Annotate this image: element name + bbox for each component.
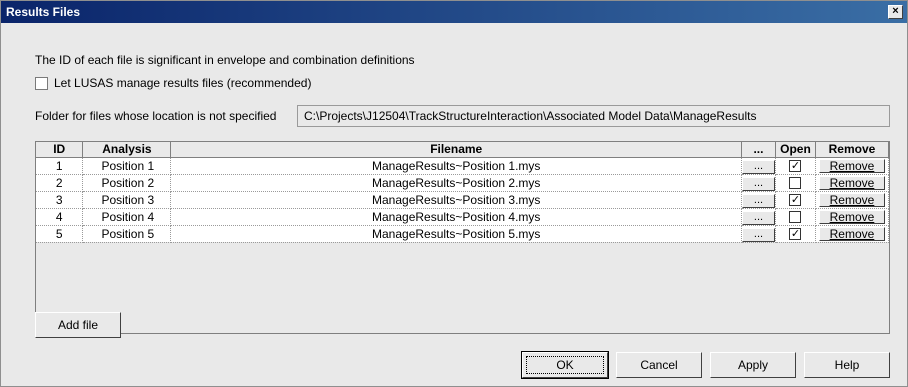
remove-button[interactable]: Remove [818, 158, 885, 173]
manage-results-checkbox[interactable] [35, 77, 48, 90]
remove-button[interactable]: Remove [818, 209, 885, 224]
open-checkbox[interactable]: ✓ [789, 160, 802, 173]
table-header-row: ID Analysis Filename ... Open Remove [36, 142, 890, 158]
table-row[interactable]: 1 Position 1 ManageResults~Position 1.my… [36, 157, 890, 175]
table-row[interactable]: 5 Position 5 ManageResults~Position 5.my… [36, 225, 890, 243]
row-filename[interactable]: ManageResults~Position 3.mys [170, 191, 742, 209]
folder-label: Folder for files whose location is not s… [35, 109, 277, 123]
column-header-id[interactable]: ID [36, 142, 84, 158]
open-checkbox[interactable] [789, 211, 802, 224]
row-id: 1 [36, 157, 84, 175]
add-file-button[interactable]: Add file [35, 312, 121, 338]
remove-button[interactable]: Remove [818, 175, 885, 190]
row-id: 3 [36, 191, 84, 209]
window-title: Results Files [6, 5, 81, 19]
table-row[interactable]: 2 Position 2 ManageResults~Position 2.my… [36, 174, 890, 192]
row-filename[interactable]: ManageResults~Position 2.mys [170, 174, 742, 192]
table-row[interactable]: 3 Position 3 ManageResults~Position 3.my… [36, 191, 890, 209]
apply-button[interactable]: Apply [710, 352, 796, 378]
browse-button[interactable]: ... [742, 176, 775, 191]
row-analysis[interactable]: Position 5 [82, 225, 172, 243]
open-checkbox[interactable]: ✓ [789, 194, 802, 207]
results-files-table: ID Analysis Filename ... Open Remove 1 P… [35, 141, 890, 334]
browse-button[interactable]: ... [742, 210, 775, 225]
ok-button[interactable]: OK [521, 351, 609, 379]
table-row[interactable]: 4 Position 4 ManageResults~Position 4.my… [36, 208, 890, 226]
remove-button[interactable]: Remove [818, 192, 885, 207]
browse-button[interactable]: ... [742, 227, 775, 242]
row-analysis[interactable]: Position 4 [82, 208, 172, 226]
intro-text: The ID of each file is significant in en… [35, 53, 415, 67]
row-analysis[interactable]: Position 3 [82, 191, 172, 209]
open-checkbox[interactable]: ✓ [789, 228, 802, 241]
column-header-filename[interactable]: Filename [170, 142, 742, 158]
open-checkbox[interactable] [789, 177, 802, 190]
column-header-open[interactable]: Open [775, 142, 816, 158]
row-filename[interactable]: ManageResults~Position 5.mys [170, 225, 742, 243]
row-analysis[interactable]: Position 2 [82, 174, 172, 192]
title-bar[interactable]: Results Files × [1, 1, 907, 23]
browse-button[interactable]: ... [742, 193, 775, 208]
row-id: 4 [36, 208, 84, 226]
folder-path-field[interactable]: C:\Projects\J12504\TrackStructureInterac… [297, 105, 890, 127]
close-button[interactable]: × [888, 5, 903, 19]
column-header-analysis[interactable]: Analysis [82, 142, 172, 158]
help-button[interactable]: Help [804, 352, 890, 378]
column-header-browse[interactable]: ... [741, 142, 776, 158]
cancel-button[interactable]: Cancel [616, 352, 702, 378]
manage-results-label[interactable]: Let LUSAS manage results files (recommen… [54, 76, 311, 90]
ok-button-label: OK [526, 356, 604, 374]
row-filename[interactable]: ManageResults~Position 4.mys [170, 208, 742, 226]
remove-button[interactable]: Remove [818, 226, 885, 241]
results-files-dialog: Results Files × The ID of each file is s… [0, 0, 908, 387]
row-analysis[interactable]: Position 1 [82, 157, 172, 175]
browse-button[interactable]: ... [742, 159, 775, 174]
row-id: 5 [36, 225, 84, 243]
close-icon: × [892, 5, 899, 17]
row-filename[interactable]: ManageResults~Position 1.mys [170, 157, 742, 175]
column-header-remove[interactable]: Remove [815, 142, 890, 158]
row-id: 2 [36, 174, 84, 192]
